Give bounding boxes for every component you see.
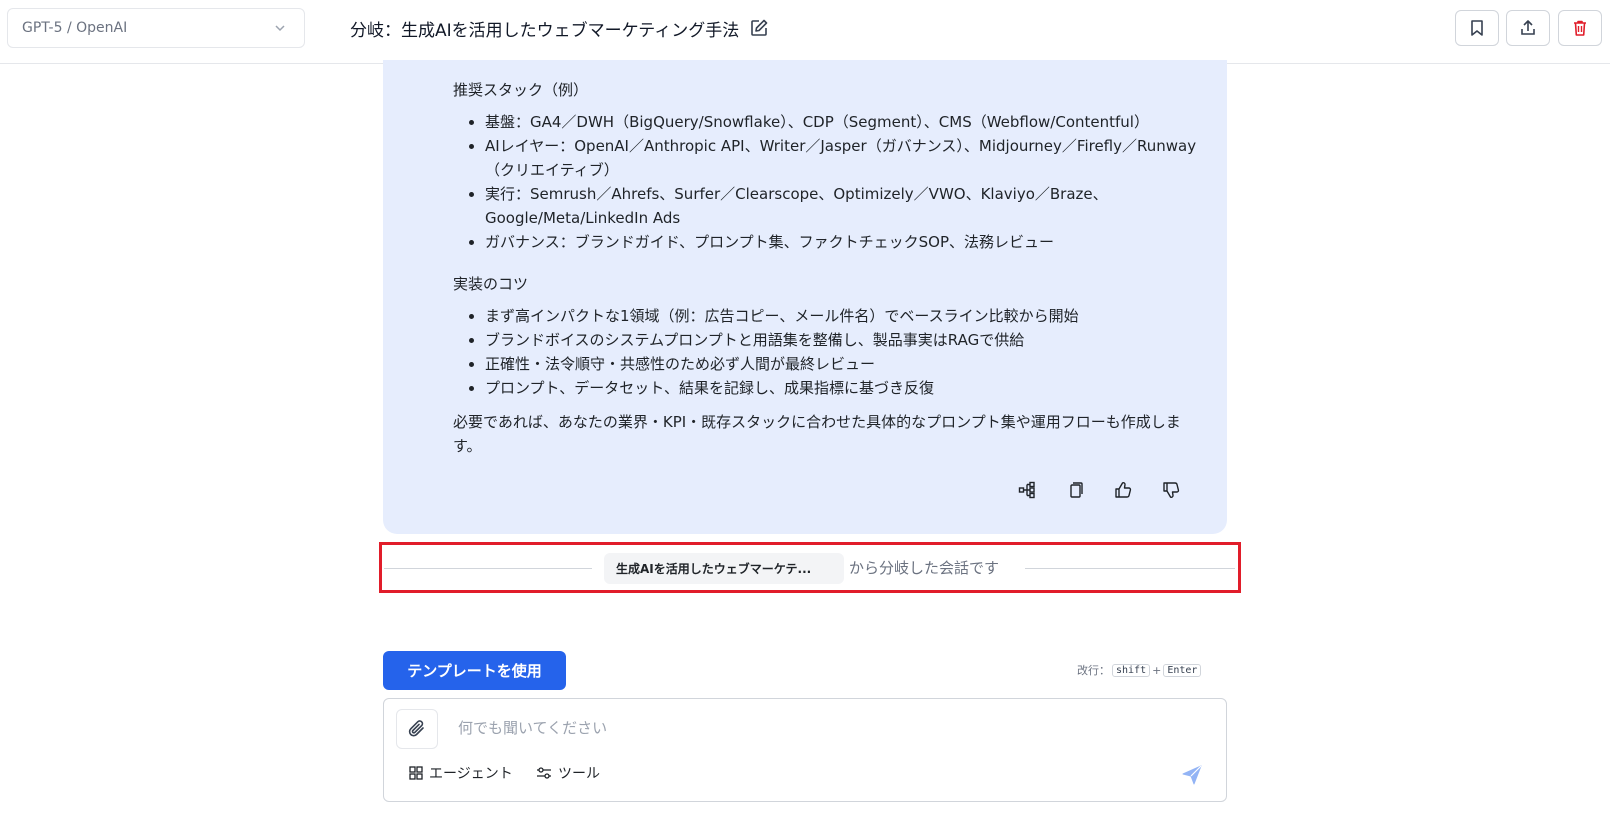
send-icon[interactable] — [1180, 763, 1204, 787]
agent-label: エージェント — [429, 766, 513, 782]
tools-button[interactable]: ツール — [536, 761, 600, 785]
edit-icon[interactable] — [749, 18, 769, 38]
branch-button[interactable] — [1013, 476, 1041, 504]
stack-list: 基盤：GA4／DWH（BigQuery/Snowflake）、CDP（Segme… — [453, 110, 1197, 254]
use-template-button[interactable]: テンプレートを使用 — [383, 651, 566, 690]
branch-notice: 生成AIを活用したウェブマーケテ... から分岐した会話です — [379, 542, 1241, 593]
message-composer: エージェント ツール — [383, 698, 1227, 802]
stack-heading: 推奨スタック（例） — [453, 81, 589, 99]
thumbs-down-icon — [1163, 482, 1180, 498]
grid-icon — [409, 766, 423, 780]
shift-key: shift — [1112, 663, 1151, 677]
list-item: 実行：Semrush／Ahrefs、Surfer／Clearscope、Opti… — [485, 182, 1197, 230]
copy-button[interactable] — [1061, 476, 1089, 504]
list-item: プロンプト、データセット、結果を記録し、成果指標に基づき反復 — [485, 376, 1197, 400]
chevron-down-icon — [275, 25, 285, 32]
copy-icon — [1070, 482, 1083, 498]
attach-button[interactable] — [396, 709, 438, 749]
enter-key: Enter — [1163, 663, 1202, 677]
assistant-message: 推奨スタック（例） 基盤：GA4／DWH（BigQuery/Snowflake）… — [383, 60, 1227, 534]
list-item: 基盤：GA4／DWH（BigQuery/Snowflake）、CDP（Segme… — [485, 110, 1197, 134]
paperclip-icon — [408, 720, 424, 737]
branch-source-link[interactable]: 生成AIを活用したウェブマーケテ... — [604, 553, 844, 584]
closing-paragraph: 必要であれば、あなたの業界・KPI・既存スタックに合わせた具体的なプロンプト集や… — [453, 413, 1181, 455]
branch-notice-text: から分岐した会話です — [849, 559, 1000, 577]
list-item: 正確性・法令順守・共感性のため必ず人間が最終レビュー — [485, 352, 1197, 376]
conversation-title-text: 分岐：生成AIを活用したウェブマーケティング手法 — [350, 20, 740, 41]
thumbs-up-icon — [1115, 482, 1132, 498]
sliders-icon — [537, 767, 551, 779]
branch-icon — [1018, 481, 1035, 499]
list-item: まず高インパクトな1領域（例：広告コピー、メール件名）でベースライン比較から開始 — [485, 304, 1197, 328]
delete-button[interactable] — [1558, 10, 1602, 46]
bookmark-icon — [1471, 20, 1483, 36]
list-item: ガバナンス：ブランドガイド、プロンプト集、ファクトチェックSOP、法務レビュー — [485, 230, 1197, 254]
tips-list: まず高インパクトな1領域（例：広告コピー、メール件名）でベースライン比較から開始… — [453, 304, 1197, 400]
thumbs-up-button[interactable] — [1109, 476, 1137, 504]
top-header: GPT-5 / OpenAI 分岐：生成AIを活用したウェブマーケティング手法 — [0, 0, 1610, 64]
list-item: AIレイヤー：OpenAI／Anthropic API、Writer／Jaspe… — [485, 134, 1197, 182]
divider — [384, 568, 592, 569]
conversation-title: 分岐：生成AIを活用したウェブマーケティング手法 — [350, 14, 769, 42]
model-selector[interactable]: GPT-5 / OpenAI — [7, 8, 305, 48]
share-button[interactable] — [1506, 10, 1550, 46]
agent-button[interactable]: エージェント — [409, 761, 513, 785]
tools-label: ツール — [558, 766, 600, 782]
bookmark-button[interactable] — [1455, 10, 1499, 46]
list-item: ブランドボイスのシステムプロンプトと用語集を整備し、製品事実はRAGで供給 — [485, 328, 1197, 352]
tips-heading: 実装のコツ — [453, 275, 529, 293]
share-icon — [1521, 20, 1535, 35]
thumbs-down-button[interactable] — [1157, 476, 1185, 504]
divider — [1025, 568, 1235, 569]
model-selector-label: GPT-5 / OpenAI — [22, 20, 128, 36]
newline-hint-label: 改行： — [1077, 664, 1110, 677]
trash-icon — [1574, 20, 1586, 36]
message-actions — [1013, 476, 1185, 504]
plus-sign: + — [1152, 663, 1162, 677]
newline-hint: 改行： shift + Enter — [1077, 662, 1202, 678]
prompt-input[interactable] — [456, 713, 1056, 743]
